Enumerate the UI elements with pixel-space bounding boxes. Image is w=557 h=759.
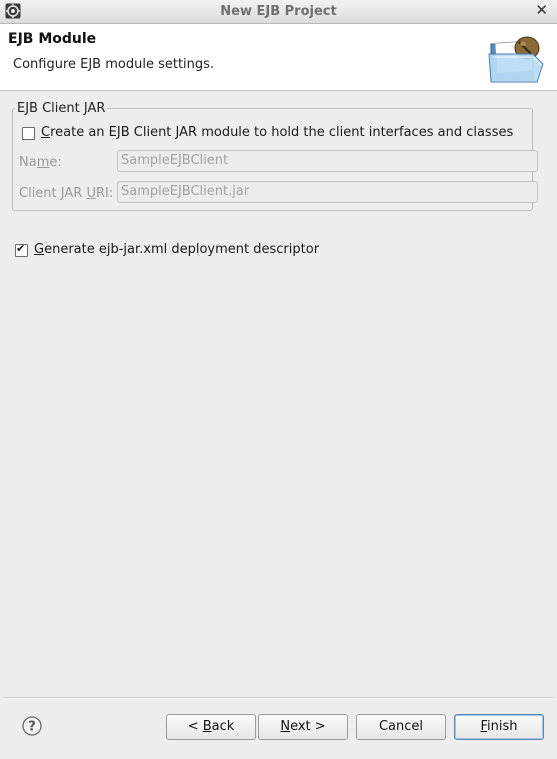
page-title: EJB Module — [8, 31, 97, 47]
page-description: Configure EJB module settings. — [13, 57, 215, 72]
name-label: Name: — [19, 155, 62, 170]
svg-text:?: ? — [28, 720, 36, 735]
back-post: ack — [211, 719, 235, 734]
window-title: New EJB Project — [220, 4, 337, 19]
client-jar-uri-label: Client JAR URI: — [19, 186, 113, 201]
next-mnemonic: N — [280, 719, 291, 734]
create-client-jar-checkbox[interactable] — [22, 127, 35, 140]
folder-with-bean-icon — [488, 36, 544, 83]
uri-label-post: RI: — [95, 186, 114, 201]
client-jar-uri-input[interactable]: SampleEJBClient.jar — [117, 181, 538, 203]
uri-label-pre: Client JAR — [19, 186, 87, 201]
back-mnemonic: B — [202, 719, 212, 734]
window-titlebar[interactable]: New EJB Project ✕ — [0, 0, 557, 24]
generate-descriptor-text: enerate ejb-jar.xml deployment descripto… — [44, 242, 320, 257]
close-icon[interactable]: ✕ — [535, 1, 548, 19]
next-post: ext > — [290, 719, 326, 734]
help-icon[interactable]: ? — [22, 716, 42, 736]
create-client-jar-label[interactable]: Create an EJB Client JAR module to hold … — [41, 125, 513, 140]
name-label-mnemonic: m — [36, 155, 50, 170]
name-label-pre: Na — [19, 155, 37, 170]
mnemonic-g: G — [34, 242, 45, 257]
name-label-post: e: — [49, 155, 62, 170]
finish-post: inish — [487, 719, 518, 734]
finish-button[interactable]: Finish — [454, 714, 544, 740]
back-pre: < — [187, 719, 203, 734]
create-client-jar-text: reate an EJB Client JAR module to hold t… — [50, 125, 514, 140]
mnemonic-c: C — [41, 125, 51, 140]
next-button[interactable]: Next > — [258, 714, 348, 740]
cancel-button[interactable]: Cancel — [356, 714, 446, 740]
group-legend: EJB Client JAR — [17, 101, 106, 116]
generate-descriptor-checkbox[interactable] — [15, 242, 28, 257]
button-bar-separator — [3, 697, 554, 699]
uri-label-mnemonic: U — [86, 186, 96, 201]
client-name-input[interactable]: SampleEJBClient — [117, 150, 538, 172]
back-button[interactable]: < Back — [166, 714, 256, 740]
generate-descriptor-label[interactable]: Generate ejb-jar.xml deployment descript… — [34, 242, 319, 257]
wizard-header: EJB Module Configure EJB module settings… — [0, 24, 557, 91]
